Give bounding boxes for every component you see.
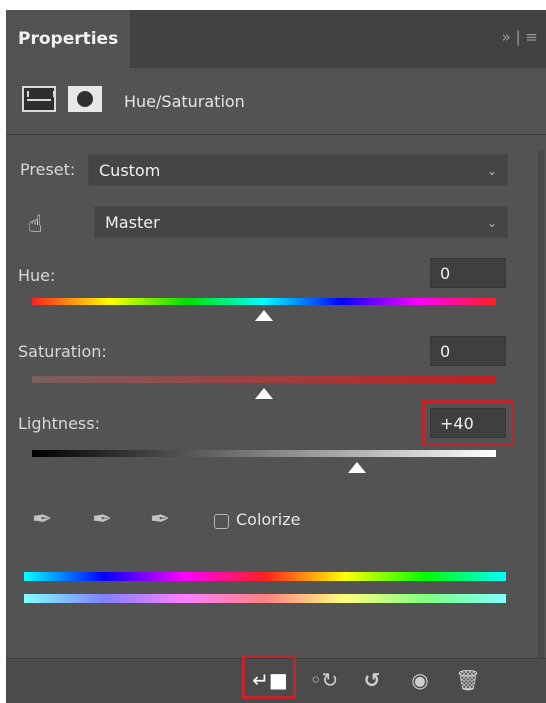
eyedropper-icon[interactable]: ✒ <box>32 505 52 533</box>
saturation-value-field[interactable]: 0 <box>430 336 506 366</box>
view-previous-state-icon[interactable]: ◦↻ <box>306 665 342 695</box>
lightness-slider-thumb[interactable] <box>347 462 366 473</box>
saturation-slider-track[interactable] <box>32 376 496 383</box>
reset-icon[interactable]: ↺ <box>354 665 390 695</box>
adjustment-title: Hue/Saturation <box>124 92 245 111</box>
hue-value-field[interactable]: 0 <box>430 258 506 288</box>
chevron-down-icon: ⌄ <box>486 216 497 230</box>
trash-icon[interactable]: 🗑 <box>450 665 486 695</box>
lightness-slider-track[interactable] <box>32 450 496 457</box>
properties-panel: Properties » | ≡ Hue/Saturation Preset: … <box>6 10 546 703</box>
colorize-checkbox[interactable] <box>214 514 229 529</box>
saturation-slider-thumb[interactable] <box>255 388 273 399</box>
tab-properties[interactable]: Properties <box>6 10 130 68</box>
adjustment-header: Hue/Saturation <box>6 72 546 135</box>
output-color-bar <box>24 594 506 603</box>
lightness-highlight-box <box>422 400 514 446</box>
visibility-eye-icon[interactable]: ◉ <box>402 665 438 695</box>
lightness-label: Lightness: <box>18 414 100 433</box>
input-color-bar <box>24 572 506 581</box>
eyedropper-subtract-icon[interactable]: ✒ <box>150 505 170 533</box>
eyedropper-add-icon[interactable]: ✒ <box>92 505 112 533</box>
hue-label: Hue: <box>18 266 56 285</box>
channel-dropdown[interactable]: Master ⌄ <box>94 206 508 238</box>
tab-bar: Properties » | ≡ <box>6 10 546 68</box>
preset-value: Custom <box>99 161 161 180</box>
channel-value: Master <box>105 213 160 232</box>
adjustment-layer-icon[interactable] <box>22 86 56 112</box>
targeted-adjustment-hand-icon[interactable]: ☝ <box>28 210 58 240</box>
chevron-down-icon: ⌄ <box>486 164 497 178</box>
panel-menu-icon[interactable]: » | ≡ <box>502 28 538 46</box>
preset-dropdown[interactable]: Custom ⌄ <box>88 154 508 186</box>
colorize-label: Colorize <box>236 510 301 529</box>
preset-label: Preset: <box>20 160 76 179</box>
hue-slider-track[interactable] <box>32 298 496 305</box>
clip-highlight-box <box>242 655 296 699</box>
panel-footer: ↵■ ◦↻ ↺ ◉ 🗑 <box>6 655 546 703</box>
hue-slider-thumb[interactable] <box>255 310 273 321</box>
scrollbar[interactable] <box>538 150 544 660</box>
saturation-label: Saturation: <box>18 342 107 361</box>
mask-icon[interactable] <box>68 86 102 112</box>
